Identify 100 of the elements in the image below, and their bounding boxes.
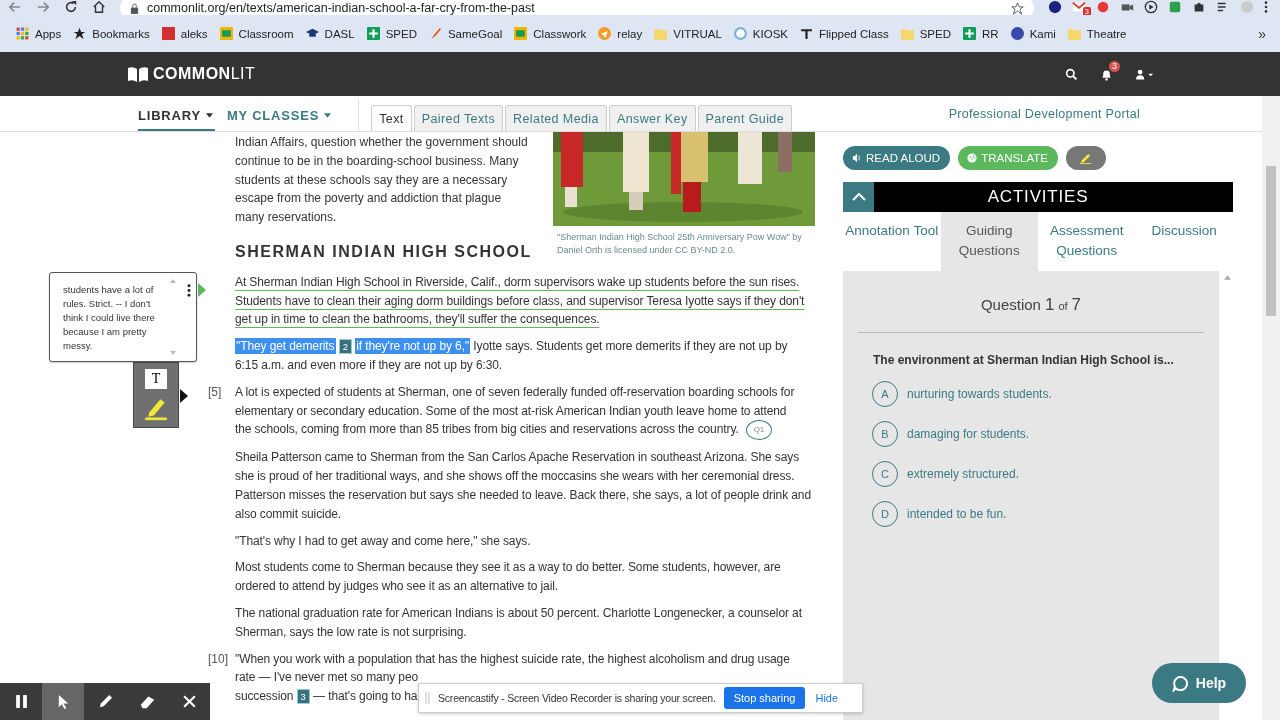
hide-button[interactable]: Hide [813, 692, 841, 704]
logo-text: COMMON [153, 65, 231, 83]
bookmark[interactable]: DASL [299, 27, 361, 40]
portal-link[interactable]: Professional Development Portal [948, 106, 1140, 121]
bookmark-label: Kami [1029, 27, 1056, 40]
caret-icon [324, 113, 332, 118]
option-text: nurturing towards students. [907, 387, 1052, 401]
board-icon [219, 27, 233, 40]
bookmark[interactable]: RR [957, 27, 1005, 40]
bookmark[interactable]: Bookmarks [67, 27, 156, 40]
panel-title: ACTIVITIES [986, 187, 1090, 207]
user-menu-icon[interactable] [1135, 67, 1155, 81]
activity-tab[interactable]: Guiding Questions [940, 212, 1038, 271]
bookmark-label: relay [617, 27, 643, 40]
answer-option[interactable]: A nurturing towards students. [872, 381, 1052, 407]
bookmark-label: SameGoal [447, 27, 503, 40]
bookmark[interactable]: Classwork [508, 27, 593, 40]
text-tab[interactable]: Paired Texts [413, 105, 504, 131]
text: the schools, coming from more than 85 tribes from big cities and reservations across the country. [235, 422, 739, 437]
mail-badge: 3 [1082, 7, 1091, 15]
puzzle-icon[interactable] [1192, 0, 1206, 14]
activity-tab[interactable]: Discussion [1135, 212, 1233, 271]
bookmark[interactable]: VITRUAL [648, 27, 728, 40]
bookmark[interactable]: SameGoal [422, 27, 509, 40]
bookmark-label: Apps [35, 27, 62, 40]
record-icon[interactable] [1096, 0, 1110, 14]
question-number: 1 [1044, 295, 1055, 315]
bookmark[interactable]: relay [592, 27, 649, 40]
bookmark-label: Classwork [533, 27, 587, 40]
reload-icon[interactable] [64, 0, 78, 14]
drag-handle-icon[interactable] [425, 692, 430, 704]
lock-icon[interactable] [130, 2, 139, 14]
of-label: of [1058, 300, 1068, 312]
bookmark[interactable]: Theatre [1061, 27, 1133, 40]
recorder-tool-button[interactable] [42, 683, 84, 720]
read-aloud-button[interactable]: READ ALOUD [843, 146, 951, 170]
activity-tab[interactable]: Annotation Tool [843, 212, 941, 271]
home-icon[interactable] [92, 0, 106, 14]
bookmark[interactable]: aleks [155, 27, 214, 40]
grid-icon [16, 27, 29, 40]
answer-option[interactable]: D intended to be fun. [872, 501, 1007, 527]
bookmark[interactable]: Apps [10, 27, 68, 40]
bookmark-label: Flipped Class [819, 27, 889, 40]
stop-sharing-button[interactable]: Stop sharing [723, 687, 806, 709]
bookmark[interactable]: SPED [360, 27, 423, 40]
answer-option[interactable]: C extremely structured. [872, 461, 1020, 487]
pen-icon [97, 694, 113, 709]
plus-icon [963, 27, 976, 40]
nav-menu[interactable]: MY CLASSES [226, 108, 332, 131]
bookmark[interactable]: Flipped Class [794, 27, 895, 40]
circle-icon [1010, 27, 1024, 40]
activity-tab[interactable]: Assessment Questions [1038, 212, 1136, 271]
annotated-text[interactable]: At Sherman Indian High School in Riverside, Calif., dorm supervisors wake up students before the sun rises. Students have to clean their aging dorm buildings before class, and supervisor Teresa Iyotte says if they don't get up in time to clean the bathrooms, they'll suffer the consequences. [235, 272, 815, 330]
folder-icon [900, 27, 914, 40]
text-tab[interactable]: Related Media [505, 105, 607, 131]
extension-icon[interactable] [1048, 0, 1062, 14]
photo-caption: "Sherman Indian High School 25th Anniversary Pow Wow" by Daniel Orth is licensed under CC BY-ND 2.0. [557, 231, 803, 256]
address-field[interactable]: commonlit.org/en/texts/american-indian-school-a-far-cry-from-the-past [120, 0, 1034, 15]
more-bookmarks-button[interactable]: » [1258, 25, 1266, 42]
text: succession [235, 689, 294, 704]
text: — that's going to ha [313, 689, 418, 704]
plus-icon [366, 27, 380, 40]
text-tool-button[interactable]: T [145, 369, 167, 389]
note-number-badge[interactable]: 2 [338, 339, 352, 355]
pause-icon [13, 694, 29, 709]
text-tab[interactable]: Text [371, 105, 412, 131]
note-number-badge[interactable]: 3 [296, 689, 310, 705]
logo[interactable]: COMMONLIT [127, 65, 256, 83]
nav-menu[interactable]: LIBRARY [138, 108, 215, 131]
search-icon[interactable] [1065, 67, 1078, 81]
paragraph-number: [10] [207, 650, 229, 668]
scrollbar[interactable] [1262, 96, 1280, 720]
highlighter-button[interactable] [1066, 146, 1107, 170]
bookmark[interactable]: Kami [1004, 27, 1062, 40]
forward-icon[interactable] [36, 0, 50, 14]
text: elementary or secondary education. Some of the most at-risk American Indian youth leave home to attend [235, 403, 787, 418]
text: Sheila Patterson came to Sherman from the San Carlos Apache Reservation in southeast Arizona. She says she is proud of her traditional ways, and she shows off the moccasins she wears with her ceremonial dress. Patterson misses the reservation but says she needed to leave. Back there, she says, a lot of people drink and also commit suicide. [235, 449, 812, 523]
play-icon[interactable] [1144, 0, 1158, 14]
text: A lot is expected of students at Sherman, one of seven federally funded off-reservation boarding schools for [235, 384, 795, 399]
text-tab[interactable]: Parent Guide [697, 105, 793, 131]
menu-icon[interactable] [1264, 0, 1268, 14]
mail-icon[interactable] [1072, 0, 1086, 14]
pointer-arrow-icon [198, 283, 206, 297]
text-tab[interactable]: Answer Key [608, 105, 696, 131]
bookmark-label: DASL [324, 27, 355, 40]
bookmark[interactable]: Classroom [213, 27, 300, 40]
bell-icon[interactable] [1100, 67, 1113, 81]
help-button[interactable]: Help [1152, 663, 1246, 703]
back-icon[interactable] [8, 0, 22, 14]
circle-icon [598, 27, 612, 40]
answer-option[interactable]: B damaging for students. [872, 421, 1030, 447]
section-heading: SHERMAN INDIAN HIGH SCHOOL [235, 243, 533, 262]
bookmark-label: SPED [385, 27, 417, 40]
bookmark[interactable]: KIOSK [727, 27, 794, 40]
star-icon[interactable] [1011, 1, 1024, 15]
collapse-button[interactable] [843, 182, 874, 212]
bookmark-label: SPED [919, 27, 951, 40]
more-options-icon[interactable] [187, 284, 191, 297]
pointer-arrow-icon [180, 389, 188, 403]
bookmark[interactable]: SPED [894, 27, 957, 40]
